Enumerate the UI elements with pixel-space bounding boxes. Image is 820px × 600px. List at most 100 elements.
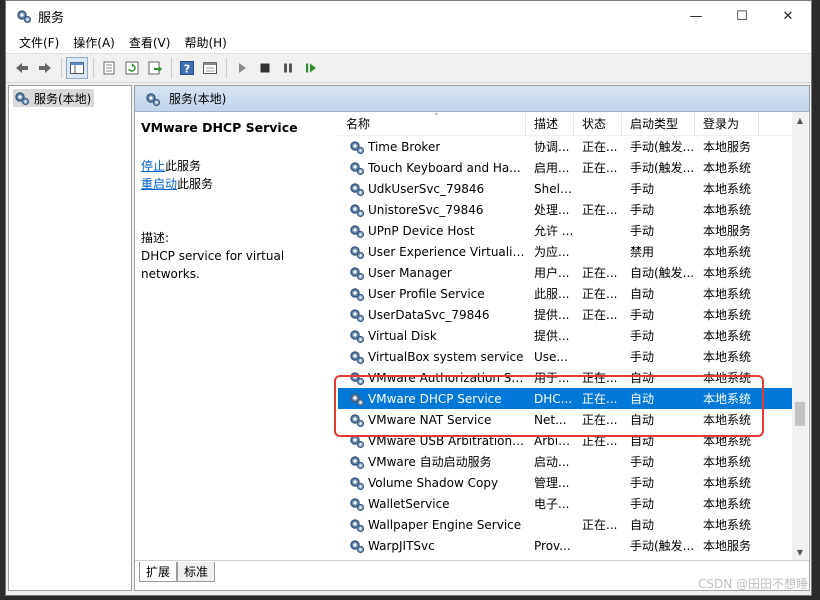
service-name: WarpJITSvc (368, 538, 435, 553)
table-row[interactable]: Time Broker 协调... 正在... 手动(触发... 本地服务 (338, 136, 792, 157)
service-name: VMware Authorization Se... (368, 370, 526, 385)
help-icon: ? (180, 61, 194, 76)
cell-name: VMware USB Arbitration ... (338, 433, 526, 449)
table-row[interactable]: UserDataSvc_79846 提供... 正在... 手动 本地系统 (338, 304, 792, 325)
cell-log-on-as: 本地系统 (703, 455, 752, 469)
close-button[interactable]: ✕ (765, 1, 811, 31)
back-button[interactable] (11, 57, 33, 79)
pause-icon (284, 63, 292, 73)
cell-startup-type: 自动 (630, 392, 655, 406)
tab-standard[interactable]: 标准 (177, 562, 216, 582)
cell-description: 管理... (534, 476, 570, 490)
table-row[interactable]: Virtual Disk 提供... 手动 本地系统 (338, 325, 792, 346)
help-button[interactable]: ? (176, 57, 198, 79)
list-body: Time Broker 协调... 正在... 手动(触发... 本地服务 Touch K… (338, 136, 792, 556)
refresh-button[interactable] (121, 57, 143, 79)
tab-extended[interactable]: 扩展 (139, 562, 178, 582)
table-row[interactable]: Touch Keyboard and Ha... 启用... 正在... 手动(触发.… (338, 157, 792, 178)
restart-service-link[interactable]: 重启动 (141, 177, 177, 191)
column-header-log-on-as[interactable]: 登录为 (695, 112, 759, 136)
menu-help[interactable]: 帮助(H) (177, 34, 233, 51)
cell-log-on-as: 本地系统 (703, 308, 752, 322)
menu-view[interactable]: 查看(V) (122, 34, 178, 51)
cell-log-on-as: 本地系统 (703, 161, 752, 175)
cell-name: UdkUserSvc_79846 (338, 181, 526, 197)
main-header-title: 服务(本地) (169, 92, 227, 106)
table-row[interactable]: VMware NAT Service Net... 正在... 自动 本地系统 (338, 409, 792, 430)
column-header-startup-type[interactable]: 启动类型 (622, 112, 695, 136)
table-row[interactable]: Volume Shadow Copy 管理... 手动 本地系统 (338, 472, 792, 493)
cell-status: 正在... (582, 203, 618, 217)
cell-name: VirtualBox system service (338, 349, 526, 365)
menu-file[interactable]: 文件(F) (12, 34, 66, 51)
main-panel: 服务(本地) VMware DHCP Service 停止此服务 重启动此服务 … (134, 85, 810, 591)
column-header-name[interactable]: 名称 (338, 112, 526, 136)
start-service-button[interactable] (231, 57, 253, 79)
table-row[interactable]: WarpJITSvc Prov... 手动(触发... 本地服务 (338, 535, 792, 556)
gear-icon (350, 476, 365, 490)
cell-description: 协调... (534, 140, 570, 154)
cell-startup-type: 手动(触发... (630, 140, 695, 154)
cell-log-on-as: 本地系统 (703, 350, 752, 364)
table-row[interactable]: UPnP Device Host 允许 ... 手动 本地服务 (338, 220, 792, 241)
cell-description: 为应... (534, 245, 570, 259)
column-header-status[interactable]: 状态 (574, 112, 622, 136)
table-row[interactable]: VMware USB Arbitration ... Arbit... 正在... 自… (338, 430, 792, 451)
cell-description: 允许 ... (534, 224, 574, 238)
table-row[interactable]: User Profile Service 此服... 正在... 自动 本地系统 (338, 283, 792, 304)
cell-description: 电子... (534, 497, 570, 511)
table-row[interactable]: UnistoreSvc_79846 处理... 正在... 手动 本地系统 (338, 199, 792, 220)
gear-icon (350, 203, 365, 217)
cell-startup-type: 手动 (630, 497, 655, 511)
menu-action[interactable]: 操作(A) (66, 34, 122, 51)
svg-text:?: ? (184, 63, 190, 76)
cell-log-on-as: 本地系统 (703, 497, 752, 511)
table-row[interactable]: User Manager 用户... 正在... 自动(触发... 本地系统 (338, 262, 792, 283)
export-icon (148, 61, 162, 75)
gear-icon (350, 329, 365, 343)
vertical-scrollbar[interactable]: ▲ ▼ (792, 112, 808, 560)
cell-log-on-as: 本地系统 (703, 287, 752, 301)
watermark: CSDN @田田不想睡 (697, 577, 808, 591)
show-hide-tree-button[interactable] (66, 57, 88, 79)
cell-name: Time Broker (338, 139, 526, 155)
scroll-thumb[interactable] (795, 402, 805, 426)
export-button[interactable] (144, 57, 166, 79)
table-row[interactable]: WalletService 电子... 手动 本地系统 (338, 493, 792, 514)
view-button[interactable] (199, 57, 221, 79)
table-row[interactable]: UdkUserSvc_79846 Shell... 手动 本地系统 (338, 178, 792, 199)
services-icon (15, 92, 30, 106)
stop-service-link[interactable]: 停止 (141, 159, 165, 173)
table-row[interactable]: VirtualBox system service Use... 手动 本地系统 (338, 346, 792, 367)
table-row[interactable]: VMware 自动启动服务 启动... 手动 本地系统 (338, 451, 792, 472)
gear-icon (350, 455, 365, 469)
pause-service-button[interactable] (277, 57, 299, 79)
cell-status: 正在... (582, 308, 618, 322)
table-row[interactable]: Wallpaper Engine Service 正在... 自动 本地系统 (338, 514, 792, 535)
resume-service-button[interactable] (300, 57, 322, 79)
service-name: UserDataSvc_79846 (368, 307, 490, 322)
service-name: VMware 自动启动服务 (368, 455, 492, 469)
minimize-button[interactable]: — (673, 1, 719, 31)
cell-name: Volume Shadow Copy (338, 475, 526, 491)
cell-startup-type: 自动 (630, 413, 655, 427)
cell-name: User Experience Virtualiz... (338, 244, 526, 260)
cell-log-on-as: 本地系统 (703, 182, 752, 196)
table-row[interactable]: VMware DHCP Service DHC... 正在... 自动 本地系统 (338, 388, 792, 409)
cell-log-on-as: 本地系统 (703, 413, 752, 427)
scroll-up-icon[interactable]: ▲ (792, 112, 808, 128)
tree-item-services-local[interactable]: 服务(本地) (13, 89, 95, 107)
column-header-description[interactable]: 描述 (526, 112, 574, 136)
maximize-button[interactable]: ☐ (719, 1, 765, 31)
gear-icon (350, 161, 365, 175)
stop-icon (260, 63, 270, 73)
table-row[interactable]: VMware Authorization Se... 用于... 正在... 自动 本地… (338, 367, 792, 388)
cell-description: Shell... (534, 181, 574, 196)
scroll-down-icon[interactable]: ▼ (792, 544, 808, 560)
cell-startup-type: 自动(触发... (630, 266, 695, 280)
properties-button[interactable] (98, 57, 120, 79)
table-row[interactable]: User Experience Virtualiz... 为应... 禁用 本地系统 (338, 241, 792, 262)
gear-icon (350, 497, 365, 511)
forward-button[interactable] (34, 57, 56, 79)
stop-service-button[interactable] (254, 57, 276, 79)
